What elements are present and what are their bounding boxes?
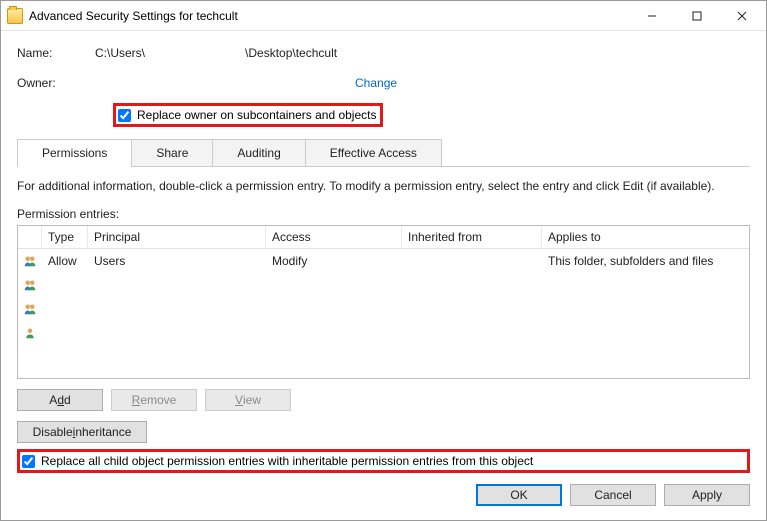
table-row[interactable]: [18, 321, 749, 345]
permission-table: Type Principal Access Inherited from App…: [17, 225, 750, 379]
table-row[interactable]: [18, 297, 749, 321]
table-row[interactable]: [18, 273, 749, 297]
cell-inherited: [402, 259, 542, 263]
window-controls: [629, 1, 764, 30]
disable-inheritance-button[interactable]: Disable inheritance: [17, 421, 147, 443]
cancel-button[interactable]: Cancel: [570, 484, 656, 506]
apply-button[interactable]: Apply: [664, 484, 750, 506]
ok-button[interactable]: OK: [476, 484, 562, 506]
tab-effective-access[interactable]: Effective Access: [306, 139, 442, 166]
replace-owner-checkbox[interactable]: [118, 109, 131, 122]
view-button: View: [205, 389, 291, 411]
permission-entries-label: Permission entries:: [17, 207, 750, 221]
col-access-header[interactable]: Access: [266, 226, 402, 248]
col-inherited-header[interactable]: Inherited from: [402, 226, 542, 248]
folder-icon: [7, 8, 23, 24]
titlebar[interactable]: Advanced Security Settings for techcult: [1, 1, 766, 31]
users-icon: [24, 277, 36, 293]
maximize-button[interactable]: [674, 1, 719, 30]
window-title: Advanced Security Settings for techcult: [29, 9, 629, 23]
users-icon: [24, 301, 36, 317]
close-button[interactable]: [719, 1, 764, 30]
minimize-button[interactable]: [629, 1, 674, 30]
tab-permissions[interactable]: Permissions: [17, 139, 132, 166]
cell-access: Modify: [266, 252, 402, 270]
replace-child-checkbox-row[interactable]: Replace all child object permission entr…: [17, 449, 750, 473]
entry-buttons: Add Remove View: [17, 389, 750, 411]
replace-child-checkbox[interactable]: [22, 455, 35, 468]
add-button[interactable]: Add: [17, 389, 103, 411]
remove-button: Remove: [111, 389, 197, 411]
name-value: C:\Users\ \Desktop\techcult: [95, 46, 337, 60]
tab-auditing[interactable]: Auditing: [213, 139, 305, 166]
replace-child-label: Replace all child object permission entr…: [41, 454, 533, 468]
owner-row: Owner: Change: [17, 73, 750, 93]
tab-share[interactable]: Share: [132, 139, 213, 166]
cell-applies: This folder, subfolders and files: [542, 252, 749, 270]
dialog-buttons: OK Cancel Apply: [17, 474, 750, 506]
user-icon: [24, 325, 36, 341]
table-row[interactable]: Allow Users Modify This folder, subfolde…: [18, 249, 749, 273]
info-text: For additional information, double-click…: [17, 179, 750, 193]
col-icon-header[interactable]: [18, 226, 42, 248]
table-header: Type Principal Access Inherited from App…: [18, 226, 749, 249]
name-label: Name:: [17, 46, 95, 60]
dialog-window: Advanced Security Settings for techcult …: [0, 0, 767, 521]
change-owner-link[interactable]: Change: [355, 76, 397, 90]
col-applies-header[interactable]: Applies to: [542, 226, 749, 248]
content-area: Name: C:\Users\ \Desktop\techcult Owner:…: [1, 31, 766, 520]
name-row: Name: C:\Users\ \Desktop\techcult: [17, 43, 750, 63]
users-icon: [24, 253, 36, 269]
table-body: Allow Users Modify This folder, subfolde…: [18, 249, 749, 378]
tab-strip: Permissions Share Auditing Effective Acc…: [17, 139, 750, 167]
cell-principal: Users: [88, 252, 266, 270]
owner-label: Owner:: [17, 76, 95, 90]
col-type-header[interactable]: Type: [42, 226, 88, 248]
replace-owner-checkbox-row[interactable]: Replace owner on subcontainers and objec…: [113, 103, 383, 127]
col-principal-header[interactable]: Principal: [88, 226, 266, 248]
replace-owner-label: Replace owner on subcontainers and objec…: [137, 108, 376, 122]
cell-type: Allow: [42, 252, 88, 270]
